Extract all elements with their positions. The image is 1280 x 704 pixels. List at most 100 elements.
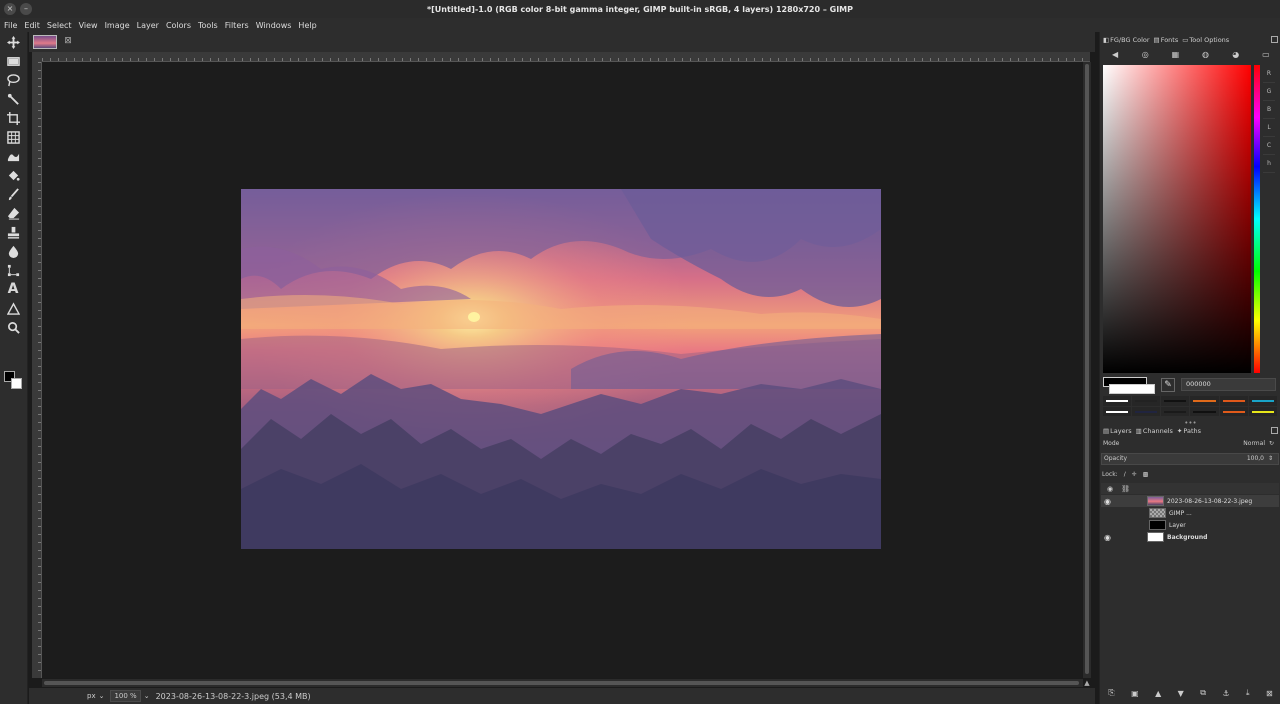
vertical-scroll-thumb[interactable] xyxy=(1085,64,1089,674)
tab-channels[interactable]: ▥ Channels xyxy=(1136,427,1173,435)
move-tool-icon[interactable] xyxy=(5,34,21,50)
smudge-icon[interactable] xyxy=(5,243,21,259)
menu-edit[interactable]: Edit xyxy=(24,21,40,30)
menu-view[interactable]: View xyxy=(79,21,98,30)
cmyk-icon[interactable]: ◎ xyxy=(1140,50,1151,60)
dock-menu-icon[interactable] xyxy=(1271,36,1278,43)
watercolor-icon[interactable]: ▦ xyxy=(1170,50,1181,60)
lock-position-icon[interactable]: ✛ xyxy=(1132,471,1137,478)
lock-pixels-icon[interactable]: ∕ xyxy=(1124,471,1126,478)
layer-visibility-eye-icon[interactable]: ◉ xyxy=(1104,533,1118,542)
menu-file[interactable]: File xyxy=(4,21,17,30)
zoom-icon[interactable] xyxy=(5,319,21,335)
delete-layer-icon[interactable]: ⊠ xyxy=(1266,689,1273,698)
color-history-swatch[interactable] xyxy=(1132,396,1161,406)
menu-windows[interactable]: Windows xyxy=(256,21,292,30)
bucket-fill-icon[interactable] xyxy=(5,167,21,183)
image-tab-close-icon[interactable]: ⊠ xyxy=(63,36,73,46)
color-history-swatch[interactable] xyxy=(1190,406,1219,416)
layer-visibility-eye-icon[interactable]: ◉ xyxy=(1104,497,1118,506)
dock-fg-bg-swatch[interactable] xyxy=(1103,377,1155,395)
hue-slider[interactable] xyxy=(1254,65,1260,373)
duplicate-layer-icon[interactable]: ⧉ xyxy=(1200,688,1206,698)
paintbrush-icon[interactable] xyxy=(5,186,21,202)
menu-help[interactable]: Help xyxy=(298,21,316,30)
zoom-value[interactable]: 100 % xyxy=(110,690,141,702)
fg-bg-color-swatch[interactable] xyxy=(4,371,24,391)
unit-select[interactable]: px ⌄ xyxy=(87,692,104,700)
hex-color-input[interactable]: 000000 xyxy=(1181,378,1276,391)
channel-b-button[interactable]: B xyxy=(1263,101,1275,119)
channel-c-button[interactable]: C xyxy=(1263,137,1275,155)
dock-background-color[interactable] xyxy=(1109,384,1155,394)
navigate-icon[interactable]: ▲ xyxy=(1083,679,1091,687)
measure-icon[interactable] xyxy=(5,300,21,316)
vertical-ruler[interactable] xyxy=(32,62,42,678)
lower-layer-icon[interactable]: ▼ xyxy=(1178,689,1184,698)
vertical-scrollbar[interactable] xyxy=(1083,62,1091,678)
image-canvas[interactable] xyxy=(241,189,881,549)
tab-fg-bg-color[interactable]: ◧ FG/BG Color xyxy=(1103,36,1150,44)
layer-name[interactable]: Layer xyxy=(1169,522,1186,529)
image-tab-thumbnail[interactable] xyxy=(33,35,57,49)
mode-reset-icon[interactable]: ↻ xyxy=(1269,439,1277,449)
opacity-value[interactable]: 100,0 xyxy=(1247,454,1264,464)
channel-r-button[interactable]: R xyxy=(1263,65,1275,83)
clone-icon[interactable] xyxy=(5,224,21,240)
menu-filters[interactable]: Filters xyxy=(225,21,249,30)
fuzzy-select-icon[interactable] xyxy=(5,91,21,107)
layer-name[interactable]: Background xyxy=(1167,534,1207,541)
tab-fonts[interactable]: ▤ Fonts xyxy=(1154,36,1179,44)
background-color[interactable] xyxy=(11,378,22,389)
warp-transform-icon[interactable] xyxy=(5,148,21,164)
menu-tools[interactable]: Tools xyxy=(198,21,218,30)
layers-dock-menu-icon[interactable] xyxy=(1271,427,1278,434)
color-history-swatch[interactable] xyxy=(1103,406,1132,416)
menu-colors[interactable]: Colors xyxy=(166,21,191,30)
tab-paths[interactable]: ✦ Paths xyxy=(1177,427,1201,435)
color-history-swatch[interactable] xyxy=(1161,406,1190,416)
color-picker-icon[interactable]: ✎ xyxy=(1161,378,1175,392)
color-history-swatch[interactable] xyxy=(1103,396,1132,406)
opacity-spinner-icon[interactable]: ⇕ xyxy=(1268,454,1276,464)
raise-layer-icon[interactable]: ▲ xyxy=(1155,689,1161,698)
ruler-corner[interactable] xyxy=(32,52,42,62)
layer-row-gimp[interactable]: GIMP ... xyxy=(1101,507,1279,519)
horizontal-scrollbar[interactable] xyxy=(42,679,1083,687)
gimp-icon[interactable]: ◀ xyxy=(1110,50,1121,60)
wheel-icon[interactable]: ◍ xyxy=(1200,50,1211,60)
color-history-swatch[interactable] xyxy=(1219,406,1248,416)
horizontal-ruler[interactable] xyxy=(42,52,1090,62)
channel-l-button[interactable]: L xyxy=(1263,119,1275,137)
color-history-swatch[interactable] xyxy=(1190,396,1219,406)
mode-value[interactable]: Normal xyxy=(1243,439,1265,449)
color-history-swatch[interactable] xyxy=(1219,396,1248,406)
layer-name[interactable]: 2023-08-26-13-08-22-3.jpeg xyxy=(1167,498,1252,505)
horizontal-scroll-thumb[interactable] xyxy=(44,681,1079,685)
anchor-icon[interactable]: ⚓ xyxy=(1222,689,1229,698)
color-history-swatch[interactable] xyxy=(1132,406,1161,416)
minimize-window-button[interactable]: – xyxy=(20,3,32,15)
paths-icon[interactable] xyxy=(5,262,21,278)
triangle-icon[interactable]: ◕ xyxy=(1230,50,1241,60)
unified-transform-icon[interactable] xyxy=(5,129,21,145)
tab-tool-options[interactable]: ▭ Tool Options xyxy=(1182,36,1229,44)
lock-alpha-icon[interactable]: ▩ xyxy=(1143,471,1149,478)
opacity-slider[interactable]: Opacity 100,0 ⇕ xyxy=(1101,453,1279,465)
free-select-icon[interactable] xyxy=(5,72,21,88)
new-layer-group-icon[interactable]: ⎘ xyxy=(1108,688,1114,698)
scales-icon[interactable]: ▭ xyxy=(1260,50,1271,60)
color-history-swatch[interactable] xyxy=(1161,396,1190,406)
channel-h-button[interactable]: h xyxy=(1263,155,1275,173)
color-history-swatch[interactable] xyxy=(1248,406,1277,416)
text-icon[interactable]: A xyxy=(5,281,21,297)
rect-select-icon[interactable] xyxy=(5,53,21,69)
merge-down-icon[interactable]: ⤓ xyxy=(1246,688,1250,698)
crop-icon[interactable] xyxy=(5,110,21,126)
menu-image[interactable]: Image xyxy=(105,21,130,30)
layer-row-image[interactable]: ◉ 2023-08-26-13-08-22-3.jpeg xyxy=(1101,495,1279,507)
saturation-value-picker[interactable] xyxy=(1103,65,1251,373)
menu-select[interactable]: Select xyxy=(47,21,72,30)
color-history-swatch[interactable] xyxy=(1248,396,1277,406)
layer-row-background[interactable]: ◉ Background xyxy=(1101,531,1279,543)
